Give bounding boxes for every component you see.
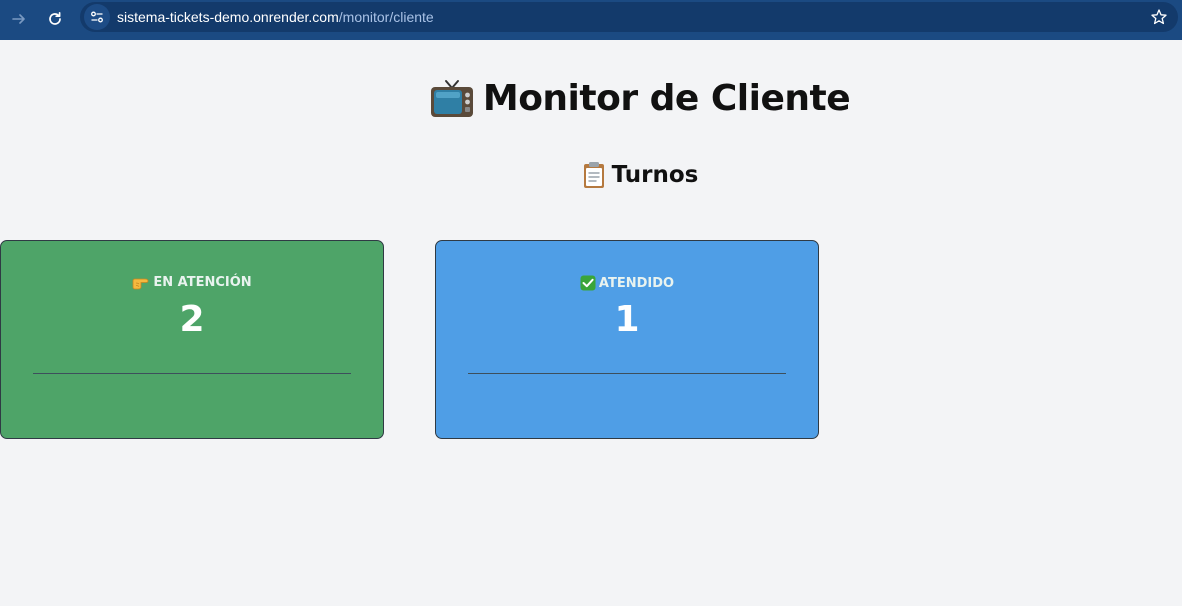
clipboard-emoji-icon [583, 162, 604, 188]
bookmark-button[interactable] [1148, 6, 1170, 28]
star-icon [1151, 9, 1167, 25]
television-emoji-icon [430, 80, 473, 117]
page-title-text: Monitor de Cliente [482, 78, 851, 119]
section-title: Turnos [0, 158, 1182, 192]
address-bar[interactable]: sistema-tickets-demo.onrender.com/monito… [80, 2, 1178, 32]
card-label-text: EN ATENCIÓN [153, 275, 252, 290]
site-info-button[interactable] [84, 4, 110, 30]
url-path: /monitor/cliente [338, 9, 434, 25]
card-divider [468, 373, 786, 374]
card-label: ATENDIDO [436, 275, 818, 291]
card-label-text: ATENDIDO [598, 275, 675, 291]
arrow-right-icon [12, 14, 25, 24]
url-text[interactable]: sistema-tickets-demo.onrender.com/monito… [117, 9, 434, 25]
status-card-atendido: ATENDIDO 1 [435, 240, 819, 439]
url-host: sistema-tickets-demo.onrender.com [117, 9, 339, 25]
card-label: EN ATENCIÓN [1, 275, 383, 290]
card-count: 1 [614, 299, 640, 340]
browser-toolbar: sistema-tickets-demo.onrender.com/monito… [0, 0, 1182, 40]
status-card-en-atencion: EN ATENCIÓN 2 [0, 240, 384, 439]
card-divider [33, 373, 351, 374]
check-mark-emoji-icon [580, 275, 596, 291]
page-title: Monitor de Cliente [0, 74, 1182, 124]
section-title-text: Turnos [611, 162, 699, 188]
reload-icon [49, 11, 61, 25]
tune-icon [91, 11, 103, 23]
card-count: 2 [179, 299, 205, 340]
reload-button[interactable] [40, 4, 70, 34]
forward-button[interactable] [4, 4, 34, 34]
pointing-hand-emoji-icon [132, 278, 149, 289]
